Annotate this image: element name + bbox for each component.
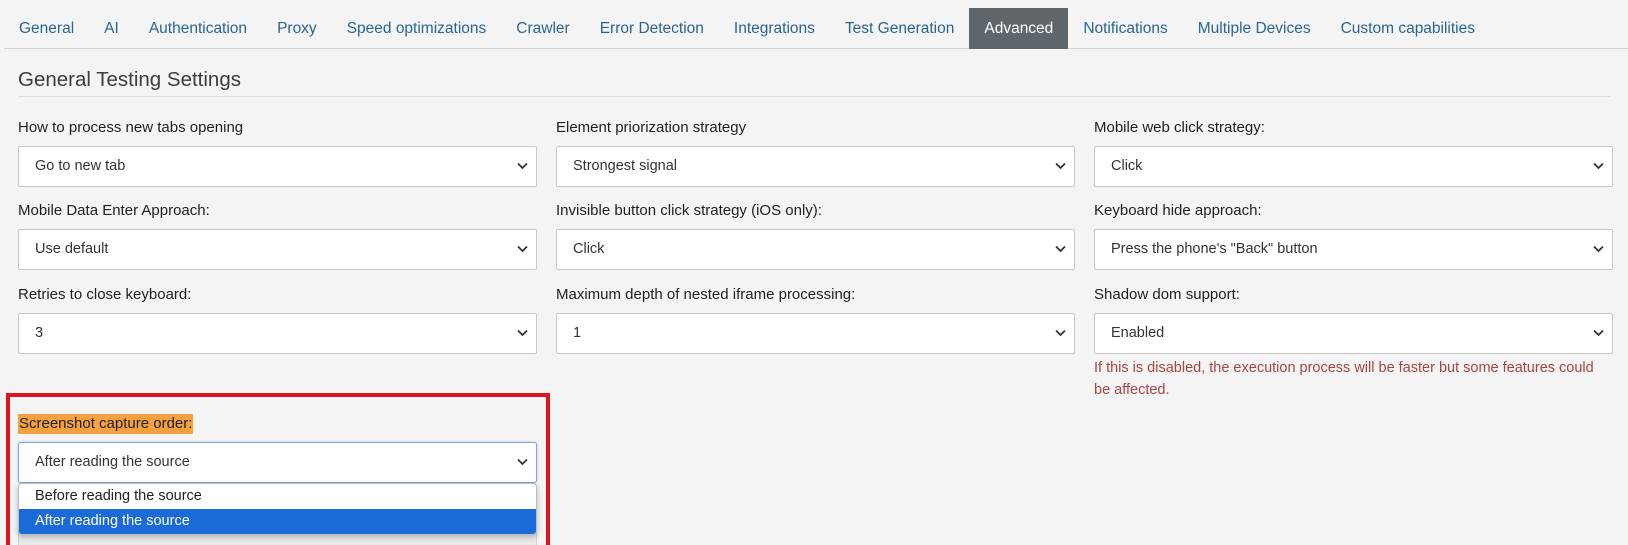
screenshot-order-options: Before reading the source After reading … (18, 483, 537, 535)
element-prioritization-field: Element priorization strategy Strongest … (556, 118, 1075, 187)
new-tabs-select[interactable]: Go to new tab (18, 146, 537, 187)
screenshot-order-select[interactable]: After reading the source (18, 442, 537, 483)
tab-integrations[interactable]: Integrations (719, 8, 830, 49)
tab-error-detection[interactable]: Error Detection (585, 8, 719, 49)
invisible-button-value: Click (573, 241, 605, 257)
chevron-down-icon (1593, 245, 1604, 253)
tab-custom-capabilities[interactable]: Custom capabilities (1326, 8, 1490, 49)
tab-crawler[interactable]: Crawler (501, 8, 584, 49)
tab-notifications[interactable]: Notifications (1068, 8, 1182, 49)
tab-advanced[interactable]: Advanced (969, 8, 1069, 49)
chevron-down-icon (1055, 245, 1066, 253)
tab-speed-optimizations[interactable]: Speed optimizations (332, 8, 502, 49)
tab-authentication[interactable]: Authentication (134, 8, 262, 49)
settings-tabs: General AI Authentication Proxy Speed op… (4, 8, 1628, 49)
shadow-dom-help-text: If this is disabled, the execution proce… (1094, 360, 1594, 398)
tab-test-generation[interactable]: Test Generation (830, 8, 969, 49)
shadow-dom-label: Shadow dom support: (1094, 286, 1240, 303)
tab-ai[interactable]: AI (89, 8, 134, 49)
mobile-click-label: Mobile web click strategy: (1094, 119, 1265, 136)
option-before-reading-source[interactable]: Before reading the source (19, 484, 536, 509)
section-title: General Testing Settings (18, 68, 241, 91)
mobile-data-enter-value: Use default (35, 241, 109, 257)
keyboard-hide-field: Keyboard hide approach: Press the phone'… (1094, 201, 1613, 270)
shadow-dom-field: Shadow dom support: Enabled (1094, 285, 1613, 354)
iframe-depth-field: Maximum depth of nested iframe processin… (556, 285, 1075, 354)
chevron-down-icon (517, 245, 528, 253)
invisible-button-select[interactable]: Click (556, 229, 1075, 270)
chevron-down-icon (1055, 329, 1066, 337)
tab-multiple-devices[interactable]: Multiple Devices (1183, 8, 1326, 49)
screenshot-order-label: Screenshot capture order: (18, 414, 194, 434)
iframe-depth-value: 1 (573, 325, 582, 341)
retries-keyboard-select[interactable]: 3 (18, 313, 537, 354)
chevron-down-icon (1593, 162, 1604, 170)
element-prioritization-value: Strongest signal (573, 158, 677, 174)
tab-general[interactable]: General (4, 8, 89, 49)
element-prioritization-label: Element priorization strategy (556, 119, 747, 136)
section-divider (18, 96, 1610, 97)
keyboard-hide-value: Press the phone's "Back" button (1111, 241, 1318, 257)
chevron-down-icon (517, 162, 528, 170)
mobile-click-field: Mobile web click strategy: Click (1094, 118, 1613, 187)
new-tabs-label: How to process new tabs opening (18, 119, 244, 136)
invisible-button-label: Invisible button click strategy (iOS onl… (556, 202, 822, 219)
mobile-click-select[interactable]: Click (1094, 146, 1613, 187)
iframe-depth-label: Maximum depth of nested iframe processin… (556, 286, 856, 303)
shadow-dom-value: Enabled (1111, 325, 1165, 341)
option-after-reading-source[interactable]: After reading the source (19, 509, 536, 534)
mobile-click-value: Click (1111, 158, 1143, 174)
chevron-down-icon (1593, 329, 1604, 337)
retries-keyboard-label: Retries to close keyboard: (18, 286, 192, 303)
element-prioritization-select[interactable]: Strongest signal (556, 146, 1075, 187)
mobile-data-enter-select[interactable]: Use default (18, 229, 537, 270)
tab-proxy[interactable]: Proxy (262, 8, 332, 49)
new-tabs-field: How to process new tabs opening Go to ne… (18, 118, 537, 187)
chevron-down-icon (517, 329, 528, 337)
new-tabs-value: Go to new tab (35, 158, 126, 174)
iframe-depth-select[interactable]: 1 (556, 313, 1075, 354)
retries-keyboard-field: Retries to close keyboard: 3 (18, 285, 537, 354)
keyboard-hide-label: Keyboard hide approach: (1094, 202, 1262, 219)
retries-keyboard-value: 3 (35, 325, 44, 341)
mobile-data-enter-field: Mobile Data Enter Approach: Use default (18, 201, 537, 270)
shadow-dom-select[interactable]: Enabled (1094, 313, 1613, 354)
mobile-data-enter-label: Mobile Data Enter Approach: (18, 202, 210, 219)
invisible-button-field: Invisible button click strategy (iOS onl… (556, 201, 1075, 270)
screenshot-order-value: After reading the source (35, 454, 190, 470)
chevron-down-icon (517, 458, 528, 466)
keyboard-hide-select[interactable]: Press the phone's "Back" button (1094, 229, 1613, 270)
chevron-down-icon (1055, 162, 1066, 170)
